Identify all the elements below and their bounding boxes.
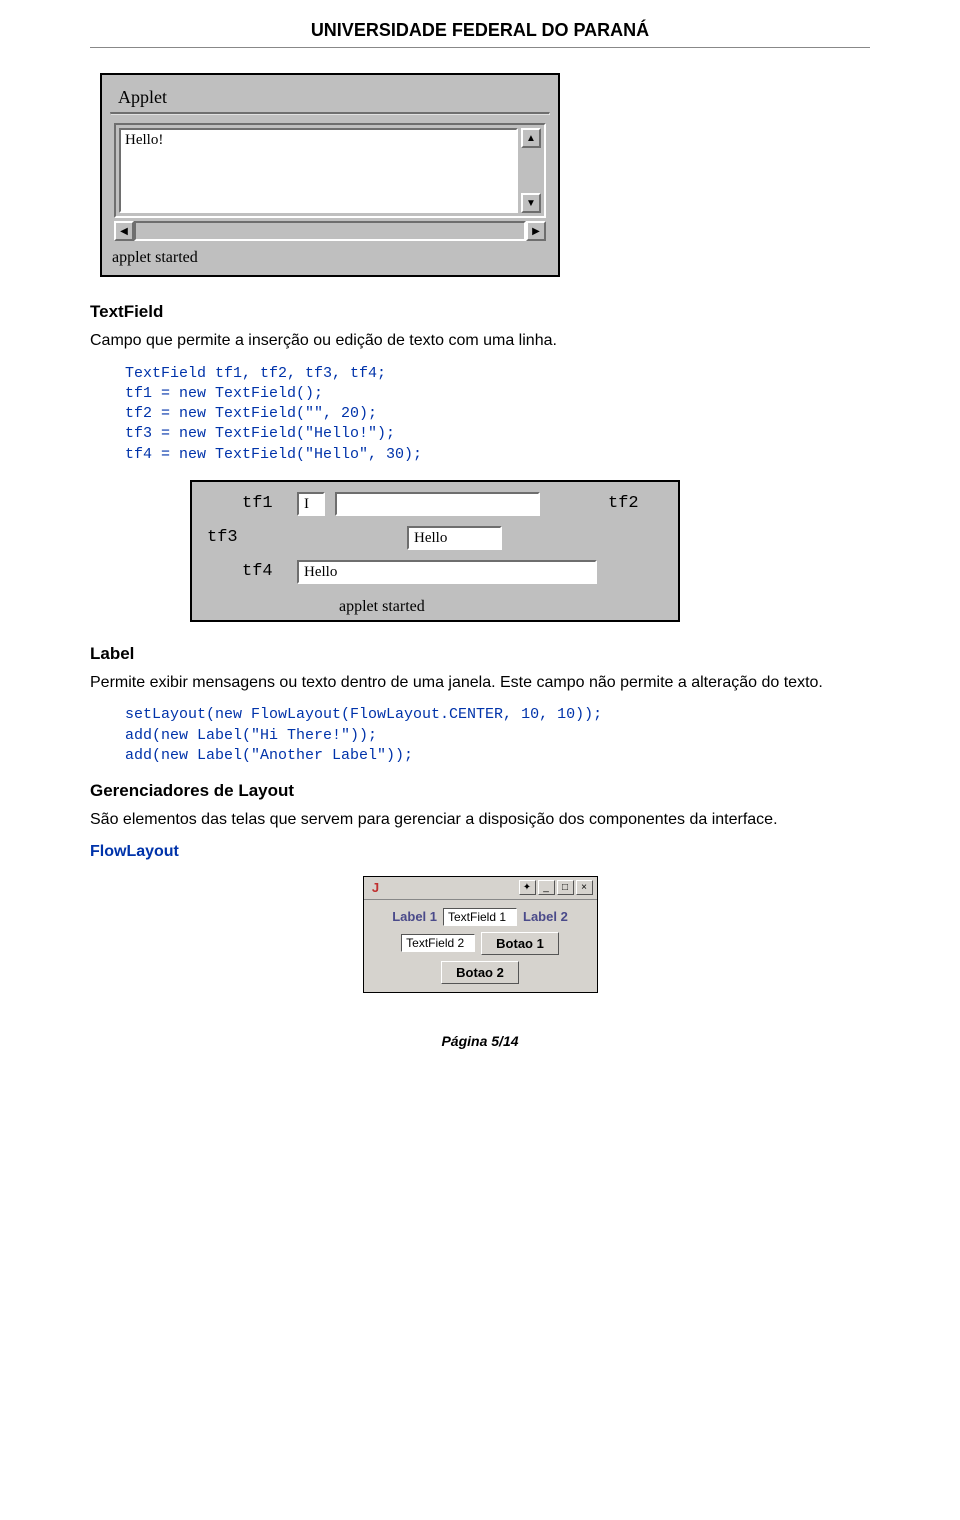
tf3-input[interactable]: Hello: [407, 526, 502, 550]
flowlayout-window: J ✦ _ □ × Label 1 TextField 1 Label 2 Te…: [363, 876, 598, 993]
scroll-left-icon[interactable]: ◀: [114, 221, 134, 241]
flow-button-1[interactable]: Botao 1: [481, 932, 559, 955]
page-header-title: UNIVERSIDADE FEDERAL DO PARANÁ: [90, 20, 870, 41]
desc-layout: São elementos das telas que servem para …: [90, 809, 870, 831]
flow-label-2: Label 2: [523, 909, 568, 924]
tf2-label: tf2: [608, 494, 663, 513]
scroll-down-icon[interactable]: ▼: [521, 193, 541, 213]
heading-textfield: TextField: [90, 302, 870, 322]
java-icon: J: [368, 880, 384, 896]
flow-button-2[interactable]: Botao 2: [441, 961, 519, 984]
header-divider: [90, 47, 870, 48]
tf2-input[interactable]: [335, 492, 540, 516]
flow-label-1: Label 1: [392, 909, 437, 924]
applet-screenshot-hello: Applet Hello! ▲ ▼ ◀ ▶ applet started: [100, 73, 560, 277]
textarea-container: Hello! ▲ ▼: [114, 123, 546, 218]
flowlayout-body: Label 1 TextField 1 Label 2 TextField 2 …: [364, 900, 597, 992]
scroll-up-icon[interactable]: ▲: [521, 128, 541, 148]
heading-label: Label: [90, 644, 870, 664]
applet-screenshot-textfields: tf1 I tf2 tf3 Hello tf4 Hello applet sta…: [190, 480, 680, 622]
tf1-label: tf1: [242, 494, 297, 513]
desc-textfield: Campo que permite a inserção ou edição d…: [90, 330, 870, 352]
textarea[interactable]: Hello!: [119, 128, 518, 213]
applet-title: Applet: [110, 83, 550, 112]
flow-textfield-1[interactable]: TextField 1: [443, 908, 517, 926]
pin-button[interactable]: ✦: [519, 880, 536, 895]
desc-label: Permite exibir mensagens ou texto dentro…: [90, 672, 870, 694]
heading-layout: Gerenciadores de Layout: [90, 781, 870, 801]
code-textfield: TextField tf1, tf2, tf3, tf4; tf1 = new …: [125, 364, 870, 465]
code-label: setLayout(new FlowLayout(FlowLayout.CENT…: [125, 705, 870, 766]
applet-status: applet started: [110, 245, 550, 267]
subheading-flowlayout: FlowLayout: [90, 843, 870, 861]
close-button[interactable]: ×: [576, 880, 593, 895]
tf4-label: tf4: [242, 562, 297, 581]
tf3-label: tf3: [207, 528, 262, 547]
scrollbar-vertical[interactable]: ▲ ▼: [521, 128, 541, 213]
flow-textfield-2[interactable]: TextField 2: [401, 934, 475, 952]
minimize-button[interactable]: _: [538, 880, 555, 895]
scroll-right-icon[interactable]: ▶: [526, 221, 546, 241]
maximize-button[interactable]: □: [557, 880, 574, 895]
window-titlebar: J ✦ _ □ ×: [364, 877, 597, 900]
tf1-input[interactable]: I: [297, 492, 325, 516]
page-number: Página 5/14: [90, 1033, 870, 1049]
scrollbar-horizontal[interactable]: ◀ ▶: [114, 221, 546, 241]
tf4-input[interactable]: Hello: [297, 560, 597, 584]
applet2-status: applet started: [337, 594, 663, 616]
